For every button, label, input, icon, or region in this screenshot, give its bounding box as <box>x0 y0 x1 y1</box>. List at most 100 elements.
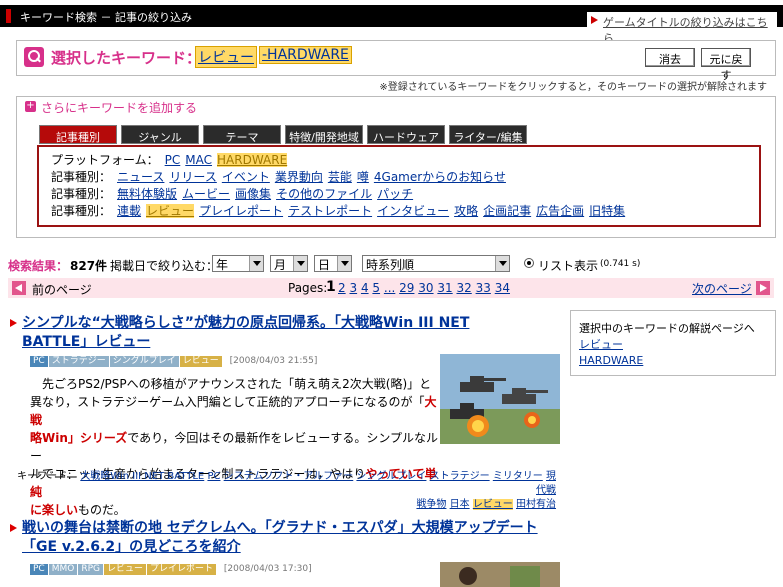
search-time: (0.741 s) <box>600 259 641 269</box>
tag-badge[interactable]: レビュー <box>104 564 147 575</box>
page-link[interactable]: 2 <box>338 281 346 295</box>
keyword-row-head: 記事種別： <box>51 204 112 218</box>
selection-note: ※登録されているキーワードをクリックすると，そのキーワードの選択が解除されます <box>379 82 767 93</box>
page-link[interactable]: 30 <box>418 281 433 295</box>
keyword-link[interactable]: 4Gamerからのお知らせ <box>374 170 506 184</box>
tag-badge[interactable]: レビュー <box>179 356 222 367</box>
page-link[interactable]: 31 <box>437 281 452 295</box>
next-page-label[interactable]: 次のページ <box>692 280 752 297</box>
add-keywords-panel: + さらにキーワードを追加する 記事種別 ジャンル テーマ 特徴/開発地域 ハー… <box>16 96 776 238</box>
keyword-link[interactable]: 旧特集 <box>589 204 625 218</box>
prev-page-label[interactable]: 前のページ <box>32 281 92 298</box>
tag-badge[interactable]: シングルプレイ <box>109 356 179 367</box>
article-thumbnail[interactable] <box>440 562 560 587</box>
keyword-link[interactable]: 広告企画 <box>536 204 584 218</box>
page-link[interactable]: 29 <box>399 281 414 295</box>
add-keywords-label[interactable]: さらにキーワードを追加する <box>41 99 197 116</box>
keyword-link[interactable]: ミリタリー <box>493 471 543 482</box>
keyword-link[interactable]: シングルプレイ <box>356 471 426 482</box>
keyword-link[interactable]: インタビュー <box>377 204 449 218</box>
keyword-link[interactable]: リリース <box>169 170 216 184</box>
arrow-right-icon <box>591 16 598 24</box>
list-view-label: リスト表示 <box>538 259 599 273</box>
keyword-link[interactable]: ニュース <box>117 170 164 184</box>
page-link[interactable]: 4 <box>361 281 369 295</box>
tag-badge[interactable]: プレイレポート <box>147 564 217 575</box>
summary-line: 略Win」シリーズであり，今回はその最新作をレビューする。シンプルなルー <box>30 429 438 465</box>
keyword-link[interactable]: ムービー <box>182 187 230 201</box>
keyword-link[interactable]: レビュー <box>472 499 513 510</box>
article-tags: PC ストラテジー シングルプレイ レビュー [2008/04/03 21:55] <box>30 356 317 367</box>
tab-article-type[interactable]: 記事種別 <box>39 125 117 144</box>
month-select[interactable]: 月 <box>270 255 308 272</box>
keyword-link[interactable]: 戦争物 <box>416 499 446 510</box>
sidebox-link-review[interactable]: レビュー <box>579 337 767 353</box>
tab-hardware[interactable]: ハードウェア <box>367 125 445 144</box>
keyword-link[interactable]: 連載 <box>117 204 141 218</box>
keyword-link[interactable]: レビュー <box>146 204 195 218</box>
tab-theme[interactable]: テーマ <box>203 125 281 144</box>
keyword-link[interactable]: 無料体験版 <box>117 187 177 201</box>
tag-badge[interactable]: RPG <box>78 564 103 575</box>
selected-keyword-hardware[interactable]: -HARDWARE <box>259 46 352 64</box>
tag-badge[interactable]: PC <box>30 564 48 575</box>
page-link[interactable]: 32 <box>456 281 471 295</box>
article-thumbnail[interactable] <box>440 354 560 444</box>
order-select[interactable]: 時系列順 <box>362 255 510 272</box>
article-title[interactable]: 戦いの舞台は禁断の地 セデクレムへ。「グラナド・エスパダ」大規模アップデート 「… <box>22 519 538 557</box>
keyword-link[interactable]: システムソフト・アルファー <box>224 471 354 482</box>
page-link[interactable]: 34 <box>495 281 510 295</box>
article-tags: PC MMO RPG レビュー プレイレポート [2008/04/03 17:30] <box>30 564 312 575</box>
page-link[interactable]: 33 <box>476 281 491 295</box>
day-select-value: 日 <box>318 258 331 272</box>
list-view-radio[interactable] <box>524 258 534 268</box>
keyword-link[interactable]: 芸能 <box>328 170 352 184</box>
keyword-link[interactable]: 日本 <box>450 499 470 510</box>
keyword-link[interactable]: MAC <box>185 153 212 167</box>
keyword-link[interactable]: 大戦略Win III NET BATTLE <box>80 471 204 482</box>
keyword-link[interactable]: ストラテジー <box>430 471 490 482</box>
tab-writer-editor[interactable]: ライター/編集者 <box>449 125 527 160</box>
keyword-link[interactable]: プレイレポート <box>199 204 283 218</box>
keyword-link[interactable]: 攻略 <box>454 204 478 218</box>
article-title-line: 「GE v.2.6.2」の見どころを紹介 <box>22 539 241 555</box>
tank-battle-image <box>440 354 560 444</box>
next-arrow-icon[interactable] <box>756 281 770 295</box>
page-link[interactable]: 3 <box>349 281 357 295</box>
tab-feature-region[interactable]: 特徴/開発地域 <box>285 125 363 144</box>
tag-badge[interactable]: PC <box>30 356 48 367</box>
keyword-link[interactable]: パッチ <box>377 187 413 201</box>
keyword-link[interactable]: PC <box>165 153 181 167</box>
keyword-row-head: 記事種別： <box>51 170 112 184</box>
keyword-link[interactable]: その他のファイル <box>276 187 372 201</box>
keyword-link[interactable]: 田村有治 <box>516 499 556 510</box>
article-keywords: キーワード： 大戦略Win III NET BATTLE PC システムソフト・… <box>14 470 556 512</box>
keyword-link[interactable]: 画像集 <box>235 187 271 201</box>
summary-line: 先ごろPS2/PSPへの移植がアナウンスされた「萌え萌え2次大戦(略)」と <box>42 377 432 391</box>
page-link[interactable]: 5 <box>372 281 380 295</box>
keyword-link[interactable]: 噂 <box>357 170 369 184</box>
selected-keyword-review[interactable]: レビュー <box>195 46 257 68</box>
sidebox-link-hardware[interactable]: HARDWARE <box>579 353 767 369</box>
day-select[interactable]: 日 <box>314 255 352 272</box>
clear-button[interactable]: 消去 <box>645 48 695 67</box>
keyword-link[interactable]: PC <box>207 471 220 482</box>
keyword-link[interactable]: 業界動向 <box>275 170 323 184</box>
restore-button[interactable]: 元に戻す <box>701 48 751 82</box>
article-marker-icon <box>10 319 17 327</box>
tab-genre[interactable]: ジャンル <box>121 125 199 144</box>
year-select-value: 年 <box>216 258 229 272</box>
article-date: [2008/04/03 21:55] <box>229 356 318 366</box>
prev-arrow-icon[interactable] <box>12 281 26 295</box>
keyword-link[interactable]: イベント <box>222 170 270 184</box>
tag-badge[interactable]: ストラテジー <box>48 356 109 367</box>
game-title-filter-link[interactable]: ゲームタイトルの絞り込みはこちら <box>587 12 777 45</box>
keyword-link[interactable]: 企画記事 <box>483 204 531 218</box>
keyword-link[interactable]: HARDWARE <box>217 153 288 167</box>
tag-badge[interactable]: MMO <box>48 564 78 575</box>
article-title[interactable]: シンプルな“大戦略らしさ”が魅力の原点回帰系。「大戦略Win III NET B… <box>22 314 469 352</box>
keyword-link[interactable]: テストレポート <box>288 204 372 218</box>
chevron-down-icon <box>337 256 351 271</box>
year-select[interactable]: 年 <box>212 255 264 272</box>
summary-line: 異なり，ストラテジーゲーム入門編として正統的アプローチになるのが「大戦 <box>30 393 438 429</box>
